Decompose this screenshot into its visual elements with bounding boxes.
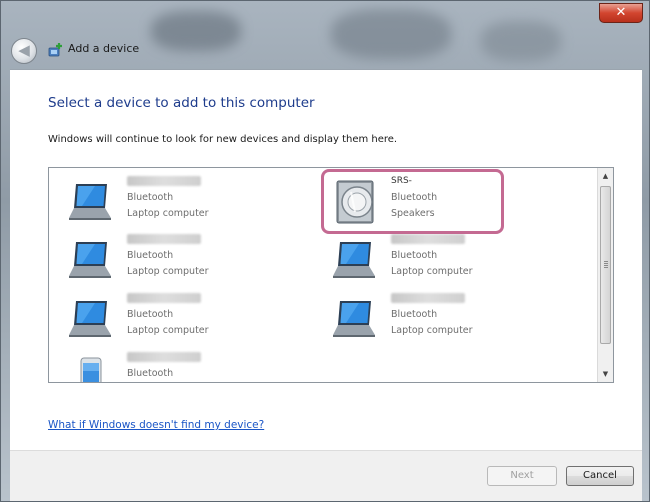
laptop-icon xyxy=(69,242,111,278)
add-device-icon xyxy=(48,43,62,57)
device-type: Bluetooth xyxy=(391,250,438,261)
device-item[interactable]: Bluetooth Laptop computer xyxy=(55,230,305,288)
device-name xyxy=(127,352,201,363)
device-category: Laptop computer xyxy=(127,208,209,219)
laptop-icon xyxy=(333,242,375,278)
add-device-window: ✕ ◀ Add a device Select a device to add … xyxy=(0,0,650,502)
window-title: Add a device xyxy=(68,42,140,55)
vertical-scrollbar[interactable]: ▲ ▼ xyxy=(597,168,613,382)
device-category: Laptop computer xyxy=(127,325,209,336)
device-item[interactable]: Bluetooth Laptop computer xyxy=(55,289,305,347)
device-item[interactable]: Bluetooth Laptop computer xyxy=(319,230,569,288)
next-button[interactable]: Next xyxy=(487,466,557,486)
device-type: Bluetooth xyxy=(127,368,174,379)
close-button[interactable]: ✕ xyxy=(599,3,643,23)
device-category: Laptop computer xyxy=(391,325,473,336)
device-name xyxy=(127,176,201,187)
back-arrow-icon: ◀ xyxy=(18,41,30,59)
help-link[interactable]: What if Windows doesn't find my device? xyxy=(48,419,264,431)
laptop-icon xyxy=(69,184,111,220)
device-item[interactable]: Bluetooth Laptop computer xyxy=(55,172,305,230)
device-type: Bluetooth xyxy=(127,250,174,261)
dialog-footer: Next Cancel xyxy=(10,450,642,501)
scroll-up-icon[interactable]: ▲ xyxy=(598,168,613,184)
device-type: Bluetooth xyxy=(127,309,174,320)
page-heading: Select a device to add to this computer xyxy=(48,95,315,111)
device-name xyxy=(391,234,465,245)
scroll-down-icon[interactable]: ▼ xyxy=(598,366,613,382)
device-name xyxy=(391,293,465,304)
cancel-button[interactable]: Cancel xyxy=(566,466,634,486)
title-bar: ◀ Add a device xyxy=(1,29,649,69)
selection-highlight xyxy=(321,169,504,234)
dialog-content: Select a device to add to this computer … xyxy=(10,69,642,501)
laptop-icon xyxy=(333,301,375,337)
device-name xyxy=(127,234,201,245)
device-list[interactable]: Bluetooth Laptop computer SRS- Bluetooth… xyxy=(48,167,614,383)
device-item[interactable]: Bluetooth xyxy=(55,348,305,382)
device-item[interactable]: Bluetooth Laptop computer xyxy=(319,289,569,347)
device-category: Laptop computer xyxy=(127,266,209,277)
device-category: Laptop computer xyxy=(391,266,473,277)
page-instructions: Windows will continue to look for new de… xyxy=(48,134,398,145)
back-button[interactable]: ◀ xyxy=(11,38,37,64)
close-icon: ✕ xyxy=(615,5,627,20)
scroll-grip-icon xyxy=(604,261,608,269)
phone-icon xyxy=(80,357,102,382)
device-type: Bluetooth xyxy=(391,309,438,320)
device-type: Bluetooth xyxy=(127,192,174,203)
laptop-icon xyxy=(69,301,111,337)
scroll-thumb[interactable] xyxy=(600,186,611,344)
device-name xyxy=(127,293,201,304)
